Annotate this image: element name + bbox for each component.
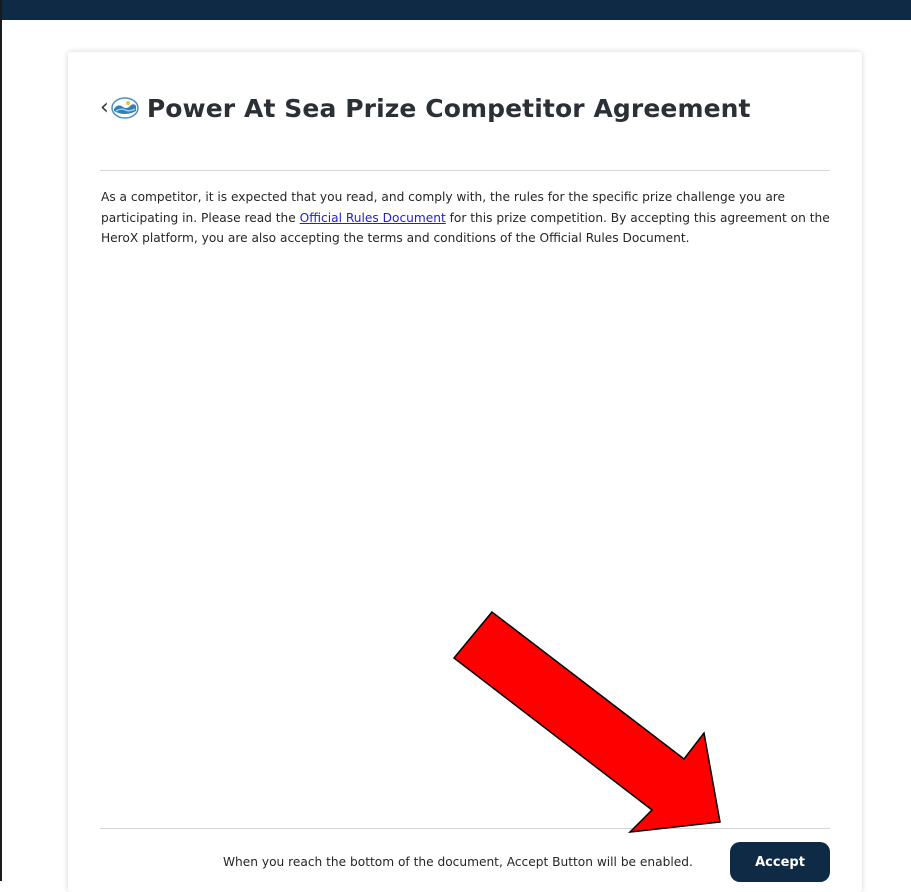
agreement-header: ‹ Power At Sea Prize Competitor Agreemen…: [100, 88, 751, 128]
footer-divider: [100, 828, 830, 829]
top-bar: [2, 0, 911, 20]
official-rules-link[interactable]: Official Rules Document: [300, 211, 446, 225]
page-title: Power At Sea Prize Competitor Agreement: [146, 93, 751, 123]
accept-hint-text: When you reach the bottom of the documen…: [223, 855, 693, 869]
header-divider: [100, 170, 830, 171]
window-frame: ‹ Power At Sea Prize Competitor Agreemen…: [0, 0, 911, 892]
back-chevron-icon[interactable]: ‹: [100, 97, 109, 119]
ocean-wave-logo-icon: [111, 97, 139, 119]
accept-button[interactable]: Accept: [730, 842, 830, 882]
agreement-body: As a competitor, it is expected that you…: [101, 187, 831, 249]
agreement-card: ‹ Power At Sea Prize Competitor Agreemen…: [68, 52, 862, 892]
